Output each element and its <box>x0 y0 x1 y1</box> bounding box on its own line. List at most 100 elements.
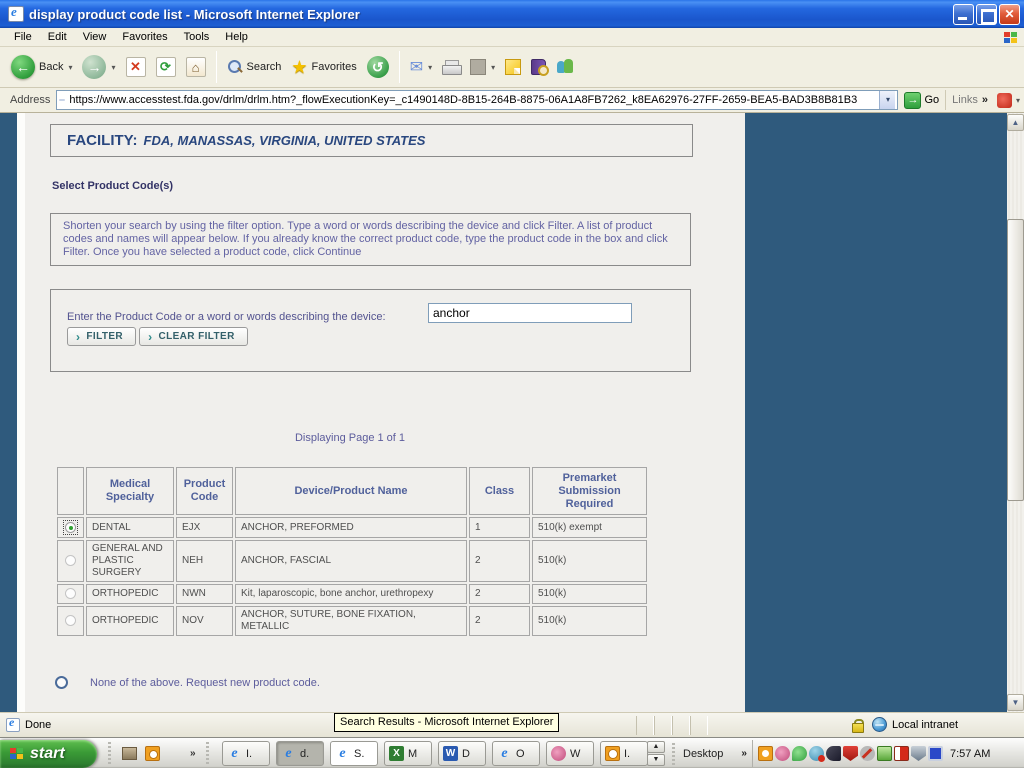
desktop-toolbar[interactable]: Desktop » <box>668 740 747 767</box>
row-radio[interactable] <box>65 554 76 566</box>
address-url[interactable]: https://www.accesstest.fda.gov/drlm/drlm… <box>69 94 879 106</box>
address-input[interactable]: https://www.accesstest.fda.gov/drlm/drlm… <box>56 90 899 110</box>
cell-class: 2 <box>469 584 530 604</box>
menu-edit[interactable]: Edit <box>40 29 75 45</box>
mail-button[interactable]: ✉ ▾ <box>405 54 437 80</box>
device-search-input[interactable] <box>428 303 632 323</box>
system-tray: 7:57 AM <box>752 740 1024 767</box>
search-label: Search <box>246 61 282 73</box>
row-radio[interactable] <box>65 614 76 626</box>
go-button[interactable]: → Go <box>904 91 939 109</box>
browser-viewport: FACILITY: FDA, MANASSAS, VIRGINIA, UNITE… <box>0 113 1024 712</box>
tray-chat-icon[interactable] <box>792 746 807 761</box>
task-button[interactable]: I. <box>222 741 270 766</box>
none-radio[interactable] <box>55 676 68 689</box>
edit-dropdown-icon[interactable]: ▾ <box>491 63 495 72</box>
pdf-toolbar-icon[interactable] <box>996 92 1012 108</box>
forward-button[interactable]: → ▾ <box>77 52 120 82</box>
tray-disabled-network-icon[interactable] <box>860 746 875 761</box>
ie-icon <box>335 746 350 761</box>
scrollbar-thumb[interactable] <box>1007 219 1024 501</box>
tray-display-icon[interactable] <box>928 746 943 761</box>
row-radio[interactable] <box>65 587 76 599</box>
tray-update-icon[interactable] <box>877 746 892 761</box>
tray-app-icon[interactable] <box>775 746 790 761</box>
print-icon <box>442 60 463 75</box>
desktop-chevron-icon[interactable]: » <box>741 748 747 759</box>
home-button[interactable]: ⌂ <box>181 54 211 80</box>
back-dropdown-icon[interactable]: ▾ <box>68 63 72 72</box>
links-toolbar[interactable]: Links » <box>945 90 994 110</box>
facility-label: FACILITY: <box>67 132 138 149</box>
task-button[interactable]: W <box>546 741 594 766</box>
cell-premarket: 510(k) <box>532 540 647 582</box>
taskbar-scroll-buttons: ▲ ▼ <box>647 741 665 766</box>
tray-key-icon[interactable] <box>826 746 841 761</box>
address-dropdown-icon[interactable]: ▾ <box>879 91 896 109</box>
quicklaunch-clock-icon[interactable] <box>144 745 161 762</box>
clear-filter-button-label: CLEAR FILTER <box>158 331 235 342</box>
pdf-dropdown-icon[interactable]: ▾ <box>1016 96 1020 105</box>
vertical-scrollbar[interactable]: ▲ ▼ <box>1007 113 1024 712</box>
back-button[interactable]: ← Back ▾ <box>6 52 77 82</box>
tray-shield-icon[interactable] <box>911 746 926 761</box>
quicklaunch-app-icon[interactable] <box>121 745 138 762</box>
task-button[interactable]: O <box>492 741 540 766</box>
taskbar-scroll-up-icon[interactable]: ▲ <box>647 741 665 753</box>
print-button[interactable] <box>437 57 465 77</box>
start-button[interactable]: start <box>0 740 97 768</box>
row-radio-selected[interactable] <box>65 522 76 533</box>
taskbar-clock[interactable]: 7:57 AM <box>950 748 990 760</box>
task-button-hovered[interactable]: S. <box>330 741 378 766</box>
close-button[interactable]: ✕ <box>999 3 1020 25</box>
windows-logo-icon <box>1000 29 1022 46</box>
history-button[interactable]: ↺ <box>362 53 394 81</box>
ie-icon <box>281 746 296 761</box>
menu-view[interactable]: View <box>75 29 115 45</box>
task-button[interactable]: D <box>438 741 486 766</box>
scroll-down-icon[interactable]: ▼ <box>1007 694 1024 711</box>
mail-dropdown-icon[interactable]: ▾ <box>428 63 432 72</box>
tray-antivirus-icon[interactable] <box>843 746 858 761</box>
search-button[interactable]: Search <box>222 56 287 78</box>
discuss-button[interactable] <box>500 56 526 78</box>
edit-button[interactable]: ▾ <box>465 56 500 78</box>
windows-flag-icon <box>10 748 24 760</box>
tray-messenger-status-icon[interactable] <box>809 746 825 762</box>
window-title: display product code list - Microsoft In… <box>29 6 360 22</box>
menu-help[interactable]: Help <box>217 29 256 45</box>
scroll-up-icon[interactable]: ▲ <box>1007 114 1024 131</box>
links-chevron-icon[interactable]: » <box>982 94 988 106</box>
cell-device: ANCHOR, PREFORMED <box>235 517 467 538</box>
taskbar-scroll-down-icon[interactable]: ▼ <box>647 754 665 766</box>
quicklaunch-ie-icon[interactable] <box>167 745 184 762</box>
task-button[interactable]: M <box>384 741 432 766</box>
menu-file[interactable]: File <box>6 29 40 45</box>
menu-tools[interactable]: Tools <box>176 29 218 45</box>
toolbar-grip[interactable] <box>672 742 675 765</box>
messenger-button[interactable] <box>551 56 579 78</box>
tray-flag-icon[interactable] <box>894 746 909 761</box>
address-label: Address <box>10 94 51 106</box>
minimize-button[interactable] <box>953 3 974 25</box>
toolbar-grip[interactable] <box>108 742 111 764</box>
ie-favicon <box>59 99 66 101</box>
cell-device: Kit, laparoscopic, bone anchor, urethrop… <box>235 584 467 604</box>
filter-button[interactable]: › FILTER <box>67 327 137 346</box>
maximize-button[interactable] <box>976 3 997 25</box>
clear-filter-button[interactable]: › CLEAR FILTER <box>139 327 248 346</box>
refresh-button[interactable]: ⟳ <box>151 54 181 80</box>
tray-clock-icon[interactable] <box>758 746 773 761</box>
toolbar-grip[interactable] <box>205 742 209 764</box>
cell-code: NWN <box>176 584 233 604</box>
quicklaunch-chevron-icon[interactable]: » <box>190 748 196 759</box>
research-button[interactable] <box>526 56 551 78</box>
stop-button[interactable]: ✕ <box>121 54 151 80</box>
menu-favorites[interactable]: Favorites <box>114 29 175 45</box>
forward-dropdown-icon[interactable]: ▾ <box>111 63 115 72</box>
table-row: ORTHOPEDIC NOV ANCHOR, SUTURE, BONE FIXA… <box>57 606 647 636</box>
favorites-button[interactable]: ★ Favorites <box>286 54 361 81</box>
task-button[interactable]: I. <box>600 741 648 766</box>
task-button-active[interactable]: d. <box>276 741 324 766</box>
history-icon: ↺ <box>366 56 389 78</box>
